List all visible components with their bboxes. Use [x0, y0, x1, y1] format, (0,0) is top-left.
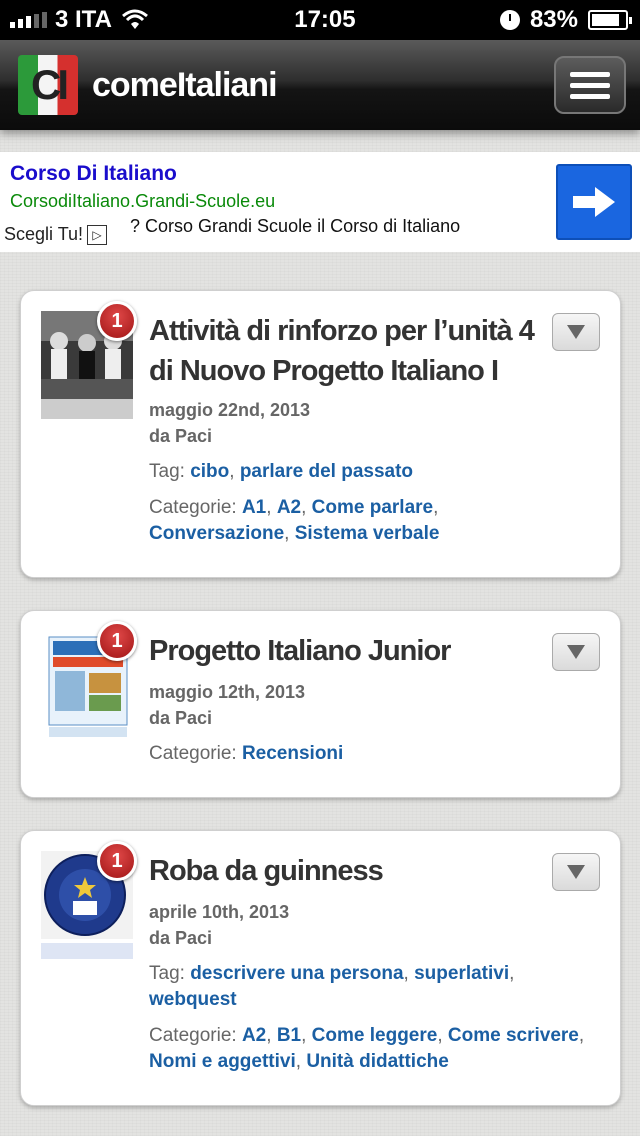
- status-bar: 3 ITA 17:05 83%: [0, 0, 640, 40]
- site-logo[interactable]: CI: [18, 55, 78, 115]
- tag-link[interactable]: descrivere una persona: [190, 963, 403, 984]
- post-date: maggio 22nd, 2013: [149, 400, 311, 420]
- tag-link[interactable]: superlativi: [414, 963, 509, 984]
- post-card[interactable]: 1 Progetto Italiano Junior maggio 12th, …: [20, 610, 621, 798]
- expand-toggle[interactable]: [552, 633, 600, 671]
- expand-toggle[interactable]: [552, 853, 600, 891]
- post-author: da Paci: [149, 708, 213, 728]
- ad-choice-icon: ▷: [87, 224, 108, 245]
- app-header: CI comeItaliani: [0, 40, 640, 130]
- carrier-label: 3 ITA: [55, 6, 112, 33]
- ad-description: ? Corso Grandi Scuole il Corso di Italia…: [130, 216, 461, 236]
- category-link[interactable]: Conversazione: [149, 523, 284, 544]
- expand-toggle[interactable]: [552, 313, 600, 351]
- battery-percent: 83%: [529, 6, 578, 33]
- category-link[interactable]: Nomi e aggettivi: [149, 1051, 296, 1072]
- wifi-icon: [121, 9, 148, 29]
- category-link[interactable]: Recensioni: [242, 743, 343, 764]
- category-link[interactable]: A2: [242, 1025, 266, 1046]
- tag-link[interactable]: parlare del passato: [240, 461, 413, 482]
- comment-count-badge: 1: [97, 301, 137, 341]
- category-link[interactable]: Unità didattiche: [306, 1051, 449, 1072]
- category-link[interactable]: Come scrivere: [448, 1025, 579, 1046]
- category-link[interactable]: A2: [277, 497, 301, 518]
- ad-url[interactable]: CorsodiItaliano.Grandi-Scuole.eu: [10, 191, 275, 212]
- comment-count-badge: 1: [97, 621, 137, 661]
- menu-icon: [570, 71, 610, 77]
- category-link[interactable]: Sistema verbale: [295, 523, 440, 544]
- post-categories: Categorie: A2, B1, Come leggere, Come sc…: [149, 1025, 585, 1072]
- ad-arrow-button[interactable]: [556, 164, 632, 240]
- tag-link[interactable]: cibo: [190, 461, 229, 482]
- menu-button[interactable]: [554, 56, 626, 114]
- post-card[interactable]: 1 Roba da guinness aprile 10th, 2013 da …: [20, 830, 621, 1106]
- post-date: aprile 10th, 2013: [149, 902, 290, 922]
- battery-icon: [588, 10, 632, 30]
- post-categories: Categorie: Recensioni: [149, 743, 344, 764]
- post-author: da Paci: [149, 928, 213, 948]
- post-title[interactable]: Progetto Italiano Junior: [149, 631, 559, 671]
- alarm-icon: [499, 10, 520, 30]
- post-date: maggio 12th, 2013: [149, 682, 306, 702]
- category-link[interactable]: B1: [277, 1025, 301, 1046]
- post-title[interactable]: Roba da guinness: [149, 851, 559, 891]
- tag-link[interactable]: webquest: [149, 989, 237, 1010]
- post-author: da Paci: [149, 426, 213, 446]
- ad-title[interactable]: Corso Di Italiano: [10, 162, 177, 186]
- post-tags: Tag: cibo, parlare del passato: [149, 461, 414, 482]
- post-tags: Tag: descrivere una persona, superlativi…: [149, 963, 515, 1010]
- site-name[interactable]: comeItaliani: [92, 66, 278, 105]
- arrow-right-icon: [573, 187, 615, 217]
- category-link[interactable]: Come parlare: [312, 497, 433, 518]
- clock-time: 17:05: [294, 6, 356, 33]
- ad-banner[interactable]: Corso Di Italiano CorsodiItaliano.Grandi…: [0, 152, 640, 252]
- post-title[interactable]: Attività di rinforzo per l’unità 4 di Nu…: [149, 311, 559, 391]
- post-card[interactable]: 1 Attività di rinforzo per l’unità 4 di …: [20, 290, 621, 578]
- signal-icon: [10, 12, 47, 28]
- post-categories: Categorie: A1, A2, Come parlare, Convers…: [149, 497, 440, 544]
- category-link[interactable]: Come leggere: [312, 1025, 438, 1046]
- category-link[interactable]: A1: [242, 497, 266, 518]
- comment-count-badge: 1: [97, 841, 137, 881]
- ad-choice[interactable]: Scegli Tu! ▷: [4, 224, 108, 245]
